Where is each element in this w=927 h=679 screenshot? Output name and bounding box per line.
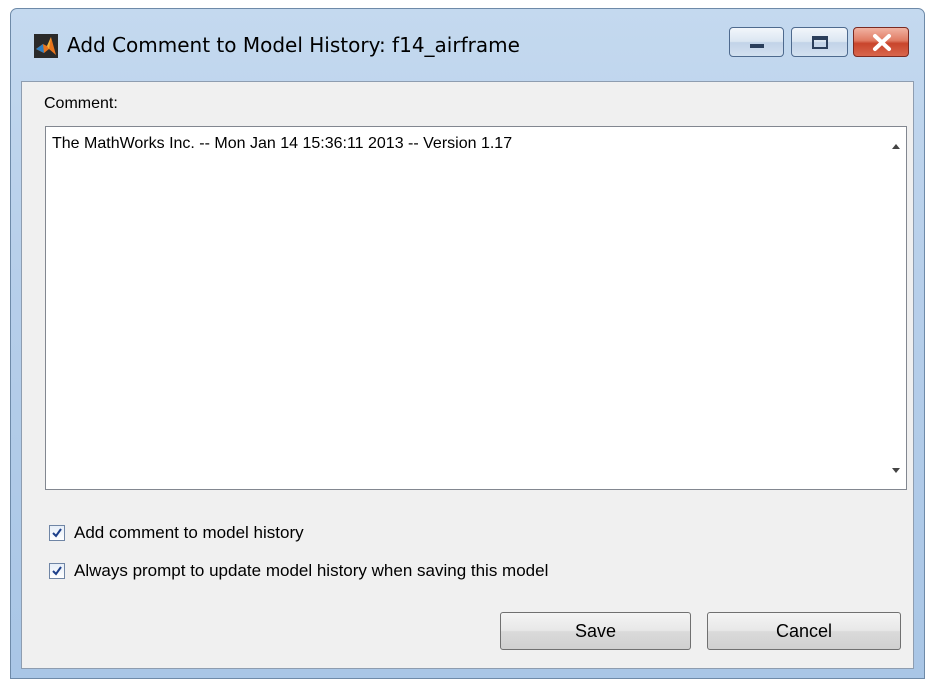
add-comment-checkbox[interactable] xyxy=(49,525,65,541)
minimize-button[interactable] xyxy=(729,27,784,57)
checkmark-icon xyxy=(52,566,62,576)
dialog-body: Comment: The MathWorks Inc. -- Mon Jan 1… xyxy=(21,81,914,669)
always-prompt-label[interactable]: Always prompt to update model history wh… xyxy=(74,561,548,581)
add-comment-label[interactable]: Add comment to model history xyxy=(74,523,304,543)
comment-text[interactable]: The MathWorks Inc. -- Mon Jan 14 15:36:1… xyxy=(52,135,512,153)
maximize-button[interactable] xyxy=(791,27,848,57)
vertical-scrollbar[interactable] xyxy=(886,127,906,489)
matlab-icon xyxy=(34,34,58,58)
close-button[interactable] xyxy=(853,27,909,57)
always-prompt-checkbox[interactable] xyxy=(49,563,65,579)
dialog-window: Add Comment to Model History: f14_airfra… xyxy=(10,8,925,679)
window-title: Add Comment to Model History: f14_airfra… xyxy=(67,33,520,57)
scroll-down-arrow-icon[interactable] xyxy=(891,467,901,475)
minimize-icon xyxy=(750,44,764,48)
comment-textarea[interactable]: The MathWorks Inc. -- Mon Jan 14 15:36:1… xyxy=(45,126,907,490)
comment-label: Comment: xyxy=(44,95,118,112)
checkmark-icon xyxy=(52,528,62,538)
cancel-button[interactable]: Cancel xyxy=(707,612,901,650)
title-bar[interactable]: Add Comment to Model History: f14_airfra… xyxy=(11,9,924,81)
maximize-icon xyxy=(812,36,828,49)
save-button[interactable]: Save xyxy=(500,612,691,650)
close-icon xyxy=(873,34,891,51)
scroll-up-arrow-icon[interactable] xyxy=(891,142,901,150)
